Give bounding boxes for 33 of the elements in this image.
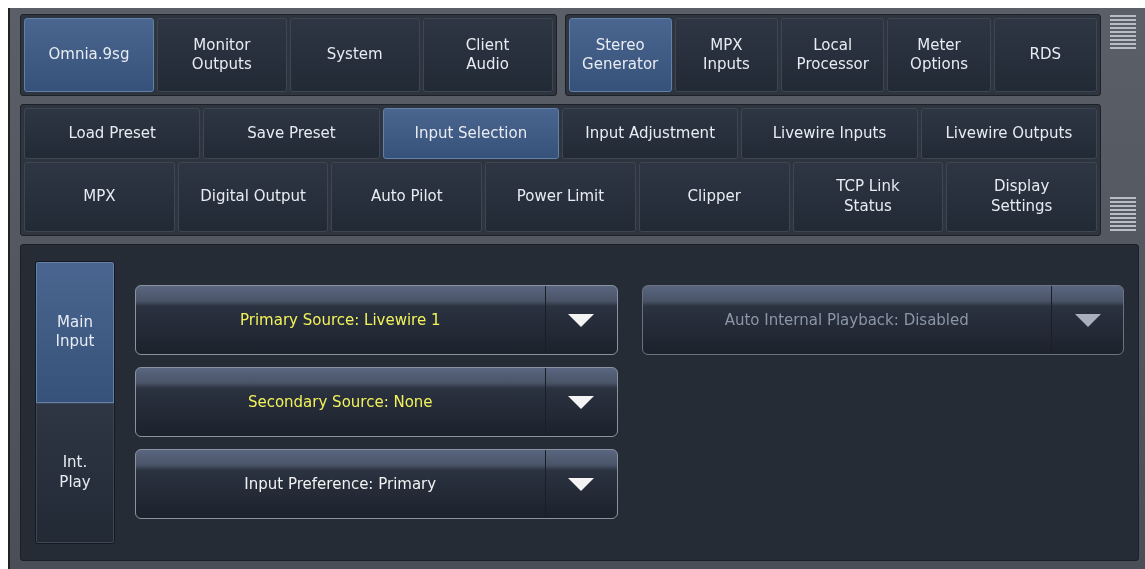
caret-icon [568,313,594,327]
side-tab[interactable]: Main Input [36,262,114,403]
menu-tab[interactable]: MPX Inputs [674,18,779,92]
sub-tab[interactable]: Clipper [638,161,790,232]
menu-tab[interactable]: Local Processor [781,18,885,92]
menu-tab[interactable]: Stereo Generator [568,18,672,92]
sub-tab[interactable]: Livewire Inputs [741,108,918,159]
caret-icon [568,395,594,409]
caret-icon [568,477,594,491]
sub-tab[interactable]: TCP Link Status [792,161,944,232]
dropdown[interactable]: Primary Source: Livewire 1 [135,285,618,355]
sub-tab[interactable]: Input Selection [382,108,559,159]
menu-tab[interactable]: System [289,18,420,92]
sub-tab[interactable]: MPX [24,161,175,232]
dropdown[interactable]: Input Preference: Primary [135,449,618,519]
menu-tab[interactable]: Monitor Outputs [156,18,287,92]
menu-tab[interactable]: Meter Options [887,18,991,92]
caret-icon [1074,313,1101,327]
grip-icon[interactable] [1109,14,1137,50]
sub-tab[interactable]: Power Limit [485,161,636,232]
grip-icon[interactable] [1109,196,1137,232]
sub-tab[interactable]: Auto Pilot [331,161,483,232]
sub-tab[interactable]: Load Preset [24,108,201,159]
sub-tab[interactable]: Save Preset [203,108,380,159]
sub-tab[interactable]: Input Adjustment [562,108,739,159]
side-tab[interactable]: Int. Play [36,402,114,543]
menu-tab[interactable]: RDS [993,18,1097,92]
sub-tab[interactable]: Digital Output [177,161,329,232]
sub-tab[interactable]: Livewire Outputs [920,108,1097,159]
menu-tab[interactable]: Omnia.9sg [24,18,154,92]
sub-tab[interactable]: Display Settings [946,161,1098,232]
dropdown[interactable]: Secondary Source: None [135,367,618,437]
menu-tab[interactable]: Client Audio [422,18,553,92]
